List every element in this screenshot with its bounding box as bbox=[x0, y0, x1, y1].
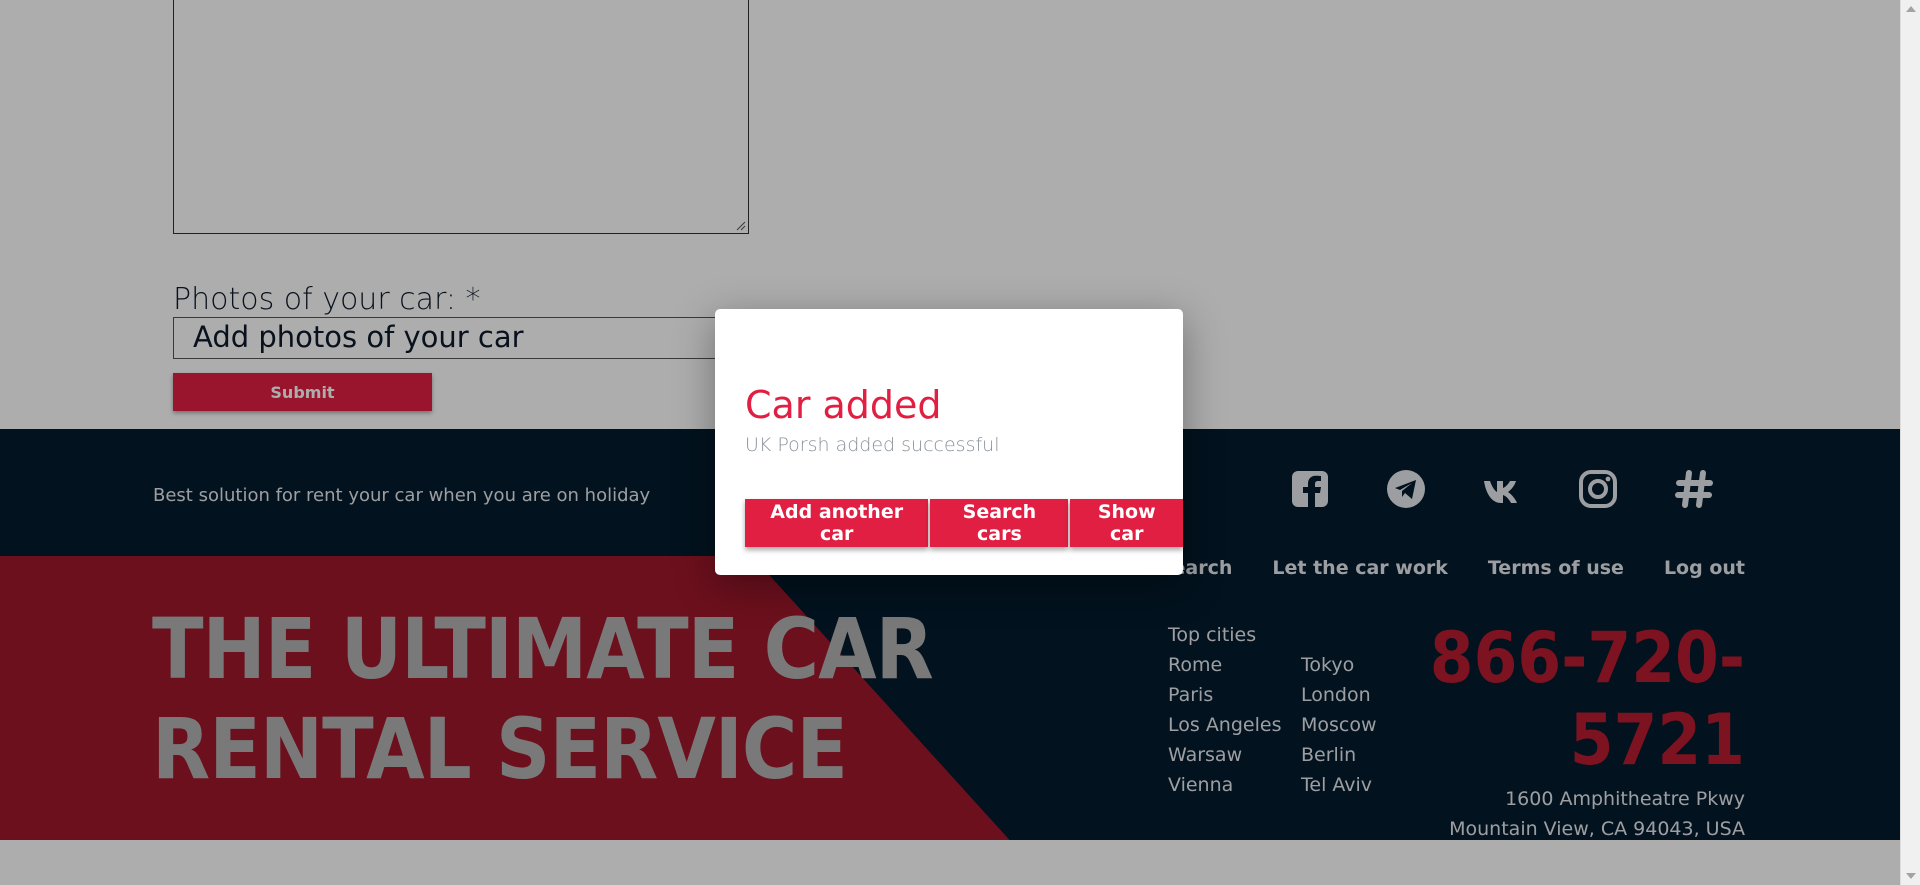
scroll-down-icon[interactable] bbox=[1906, 873, 1916, 879]
car-added-dialog: Car added UK Porsh added successful Add … bbox=[715, 309, 1184, 575]
search-cars-button[interactable]: Search cars bbox=[930, 499, 1069, 547]
dialog-message: UK Porsh added successful bbox=[745, 434, 1000, 456]
dialog-title: Car added bbox=[745, 383, 942, 427]
scroll-up-icon[interactable] bbox=[1906, 6, 1916, 12]
scrollbar[interactable] bbox=[1900, 0, 1920, 885]
add-another-car-button[interactable]: Add another car bbox=[745, 499, 929, 547]
dialog-actions: Add another car Search cars Show car bbox=[745, 499, 1184, 547]
show-car-button[interactable]: Show car bbox=[1070, 499, 1184, 547]
